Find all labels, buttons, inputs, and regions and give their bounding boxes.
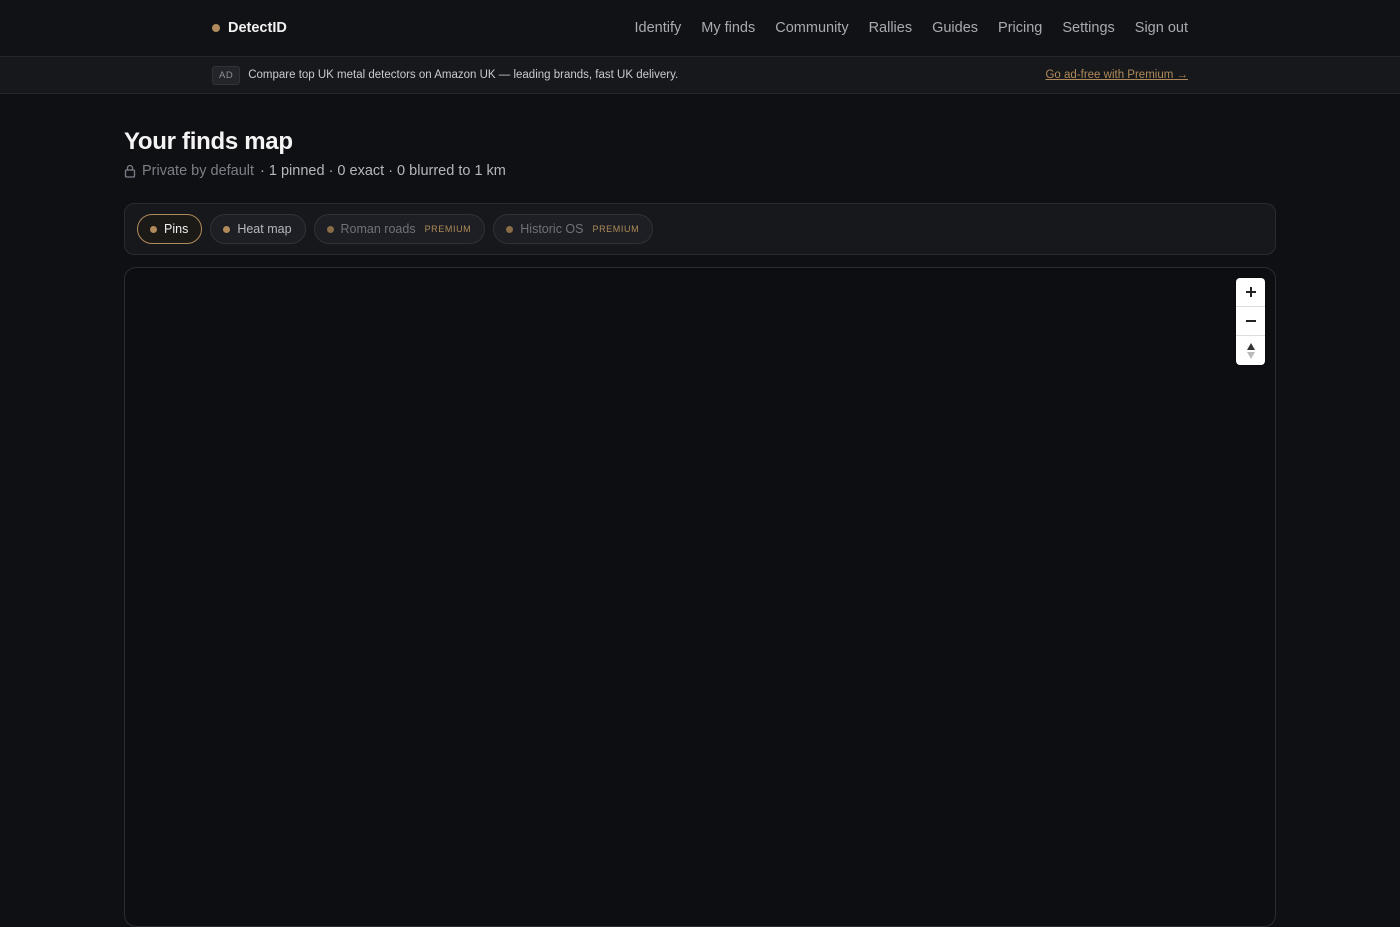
page-title: Your finds map — [124, 128, 293, 155]
layer-chip-label: Pins — [164, 222, 189, 236]
layer-dot-icon — [326, 225, 334, 233]
go-ad-free-link[interactable]: Go ad-free with Premium → — [1045, 69, 1188, 81]
privacy-summary: Private by default · 1 pinned · 0 exact … — [124, 163, 506, 179]
layer-chip-roman-roads[interactable]: Roman roads PREMIUM — [313, 214, 486, 244]
layer-chip-label: Heat map — [237, 222, 292, 236]
layer-dot-icon — [150, 225, 157, 233]
nav-item-rallies[interactable]: Rallies — [869, 20, 913, 36]
layer-dot-icon — [506, 225, 514, 233]
layer-chip-label: Roman roads — [340, 222, 416, 236]
nav-item-pricing[interactable]: Pricing — [998, 20, 1042, 36]
layer-dot-icon — [223, 225, 231, 233]
brand-logo[interactable]: DetectID — [212, 0, 287, 56]
map-controls — [1236, 278, 1265, 365]
privacy-label: Private by default — [142, 163, 255, 179]
compass-icon — [1246, 342, 1255, 359]
zoom-in-button[interactable] — [1236, 278, 1265, 307]
top-navigation-bar: DetectID Identify My finds Community Ral… — [0, 0, 1400, 57]
minus-icon — [1245, 320, 1256, 322]
plus-icon — [1245, 287, 1256, 297]
pin-stats: · 1 pinned · 0 exact · 0 blurred to 1 km — [260, 163, 506, 179]
nav-item-my-finds[interactable]: My finds — [701, 20, 755, 36]
layer-chip-heat-map[interactable]: Heat map — [210, 214, 306, 244]
premium-badge: PREMIUM — [592, 224, 640, 234]
layer-chip-historic-os[interactable]: Historic OS PREMIUM — [493, 214, 654, 244]
premium-badge: PREMIUM — [424, 224, 472, 234]
lock-icon — [124, 164, 136, 178]
nav-item-community[interactable]: Community — [775, 20, 848, 36]
nav-item-settings[interactable]: Settings — [1062, 20, 1114, 36]
nav-item-guides[interactable]: Guides — [932, 20, 978, 36]
main-nav: Identify My finds Community Rallies Guid… — [635, 0, 1189, 56]
layer-toolbar: Pins Heat map Roman roads PREMIUM Histor… — [124, 203, 1276, 255]
ad-badge: AD — [212, 65, 241, 85]
finds-map[interactable] — [124, 267, 1276, 927]
nav-item-sign-out[interactable]: Sign out — [1135, 20, 1188, 36]
ad-banner: AD Compare top UK metal detectors on Ama… — [0, 57, 1400, 94]
zoom-out-button[interactable] — [1236, 307, 1265, 336]
brand-name: DetectID — [228, 20, 287, 36]
nav-item-identify[interactable]: Identify — [635, 20, 682, 36]
ad-text[interactable]: Compare top UK metal detectors on Amazon… — [248, 69, 678, 81]
layer-chip-label: Historic OS — [520, 222, 584, 236]
brand-dot-icon — [212, 24, 220, 32]
reset-bearing-button[interactable] — [1236, 336, 1265, 365]
layer-chip-pins[interactable]: Pins — [137, 214, 203, 244]
